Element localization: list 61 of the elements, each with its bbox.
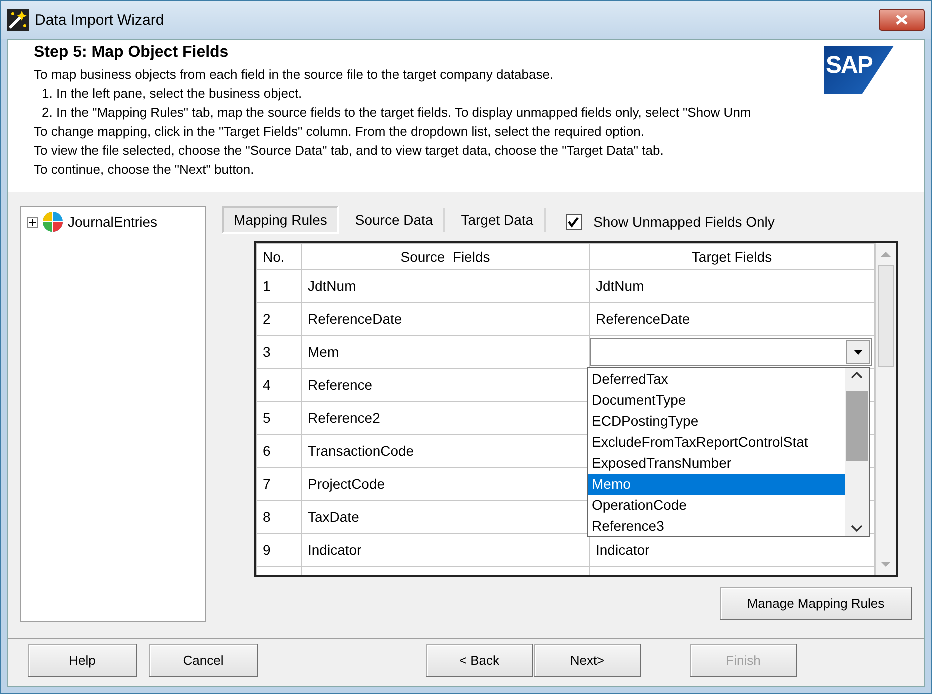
scroll-thumb[interactable]: [878, 265, 894, 367]
dropdown-option[interactable]: Memo: [588, 474, 845, 495]
column-header: No.: [256, 244, 302, 270]
check-icon: [568, 216, 580, 228]
instruction-text: To view the file selected, choose the "Source Data" tab, and to view target data, choose the "Target Data" tab.: [34, 142, 664, 160]
scroll-thumb[interactable]: [846, 391, 868, 461]
row-number: 4: [256, 368, 302, 402]
checkbox-label: Show Unmapped Fields Only: [594, 214, 775, 230]
step-title: Step 5: Map Object Fields: [34, 44, 229, 62]
table-cell: JdtNum: [302, 270, 590, 302]
dropdown-option[interactable]: ExposedTransNumber: [588, 453, 845, 474]
instruction-step: 2. In the "Mapping Rules" tab, map the source fields to the target fields. To display unmapped fields only, select "Show Unm: [42, 103, 752, 122]
wizard-button[interactable]: < Back: [426, 644, 533, 677]
manage-mapping-rules-button[interactable]: Manage Mapping Rules: [720, 587, 912, 620]
list-scrollbar[interactable]: [845, 368, 869, 536]
tab[interactable]: Target Data: [451, 208, 546, 232]
row-number: 1: [256, 270, 302, 302]
instruction-text: To continue, choose the "Next" button.: [34, 161, 254, 179]
checkbox[interactable]: [566, 214, 582, 230]
wizard-button[interactable]: Next>: [534, 644, 641, 677]
dropdown-option[interactable]: DeferredTax: [588, 369, 845, 390]
dropdown-option[interactable]: ECDPostingType: [588, 411, 845, 432]
row-number: 8: [256, 500, 302, 534]
instruction-text: To map business objects from each field in the source file to the target company database.: [34, 66, 554, 84]
expander-icon[interactable]: [27, 216, 38, 228]
logo: SAP: [824, 46, 894, 94]
dropdown-option[interactable]: OperationCode: [588, 495, 845, 516]
row-number: 3: [256, 336, 302, 368]
target-dropdown[interactable]: [590, 338, 872, 366]
dropdown-caret-icon: [854, 350, 862, 354]
tree-item[interactable]: JournalEntries: [68, 214, 158, 230]
row-number: 2: [256, 302, 302, 336]
wizard-button[interactable]: Cancel: [149, 644, 258, 677]
row-number: 5: [256, 402, 302, 434]
row-number: 6: [256, 434, 302, 468]
dropdown-option[interactable]: ExcludeFromTaxReportControlStat: [588, 432, 845, 453]
row-number: 7: [256, 468, 302, 500]
window-title: Data Import Wizard: [35, 12, 166, 28]
scrollbar[interactable]: [875, 243, 896, 575]
instruction-text: To change mapping, click in the "Target Fields" column. From the dropdown list, select the required option.: [34, 123, 644, 141]
table-cell: Mem: [302, 336, 590, 368]
table-cell: ReferenceDate: [590, 302, 874, 336]
close-icon: [896, 15, 908, 25]
chevron-down-icon[interactable]: [851, 525, 863, 532]
column-header: Target Fields: [590, 244, 874, 270]
scroll-up-icon[interactable]: [881, 252, 891, 256]
wand-icon: [7, 9, 29, 31]
table-cell: ReferenceDate: [302, 302, 590, 336]
dropdown-option[interactable]: Reference3: [588, 516, 845, 536]
instruction-step: 1. In the left pane, select the business object.: [42, 84, 302, 103]
tab[interactable]: Source Data: [345, 208, 446, 232]
globe-icon: [42, 211, 64, 233]
row-number: 9: [256, 534, 302, 566]
chevron-up-icon[interactable]: [851, 372, 863, 379]
table-cell: JdtNum: [590, 270, 874, 302]
tab[interactable]: Mapping Rules: [222, 206, 340, 234]
close-button[interactable]: [879, 9, 925, 31]
dropdown-option[interactable]: DocumentType: [588, 390, 845, 411]
column-header: Source Fields: [302, 244, 590, 270]
wizard-button[interactable]: Help: [28, 644, 137, 677]
scroll-down-icon[interactable]: [881, 562, 891, 566]
